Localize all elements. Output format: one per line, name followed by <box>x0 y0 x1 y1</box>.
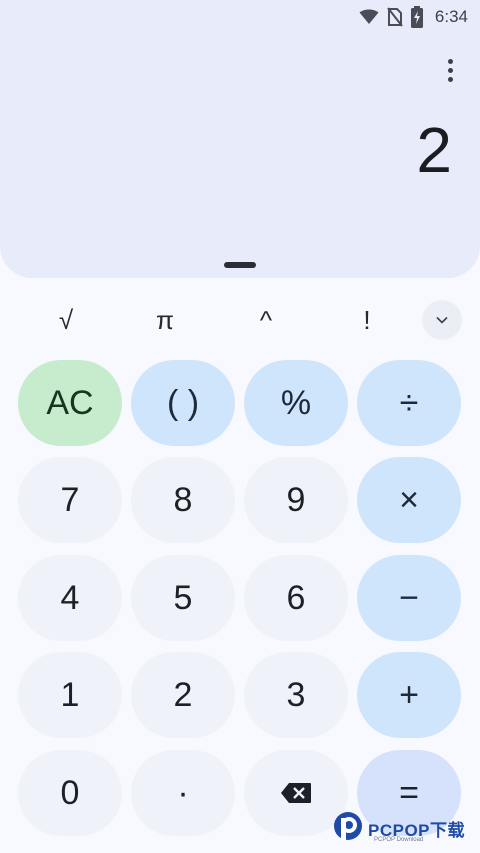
sqrt-button[interactable]: √ <box>36 300 96 340</box>
scientific-row: √ π ^ ! <box>0 300 480 340</box>
pi-button[interactable]: π <box>135 300 195 340</box>
add-button[interactable]: + <box>357 652 461 738</box>
digit-2-button[interactable]: 2 <box>131 652 235 738</box>
percent-button[interactable]: % <box>244 360 348 446</box>
digit-4-button[interactable]: 4 <box>18 555 122 641</box>
decimal-button[interactable]: · <box>131 750 235 836</box>
digit-6-button[interactable]: 6 <box>244 555 348 641</box>
chevron-down-icon <box>436 316 448 324</box>
display-panel: 6:34 2 <box>0 0 480 278</box>
status-time: 6:34 <box>434 7 468 26</box>
digit-9-button[interactable]: 9 <box>244 457 348 543</box>
digit-1-button[interactable]: 1 <box>18 652 122 738</box>
divide-button[interactable]: ÷ <box>357 360 461 446</box>
drag-handle[interactable] <box>224 262 256 268</box>
status-bar: 6:34 <box>0 0 480 34</box>
wifi-icon <box>359 9 379 25</box>
calculator-screen: 6:34 2 √ π ^ ! AC ( ) % ÷ 7 8 9 × 4 5 6 … <box>0 0 480 853</box>
digit-5-button[interactable]: 5 <box>131 555 235 641</box>
digit-8-button[interactable]: 8 <box>131 457 235 543</box>
battery-charging-icon <box>410 6 423 28</box>
result-display: 2 <box>416 114 452 186</box>
digit-3-button[interactable]: 3 <box>244 652 348 738</box>
expand-scientific-button[interactable] <box>422 300 462 340</box>
subtract-button[interactable]: − <box>357 555 461 641</box>
factorial-button[interactable]: ! <box>337 300 397 340</box>
backspace-icon <box>281 783 311 803</box>
digit-0-button[interactable]: 0 <box>18 750 122 836</box>
clear-button[interactable]: AC <box>18 360 122 446</box>
watermark-badge-icon <box>334 812 362 840</box>
digit-7-button[interactable]: 7 <box>18 457 122 543</box>
no-sim-icon <box>387 7 403 27</box>
watermark-subtext: PCPOP Download <box>374 837 424 843</box>
multiply-button[interactable]: × <box>357 457 461 543</box>
power-button[interactable]: ^ <box>236 300 296 340</box>
watermark-logo: PCPOP下载 PCPOP Download <box>332 808 465 848</box>
overflow-menu-icon[interactable] <box>440 56 460 84</box>
parentheses-button[interactable]: ( ) <box>131 360 235 446</box>
